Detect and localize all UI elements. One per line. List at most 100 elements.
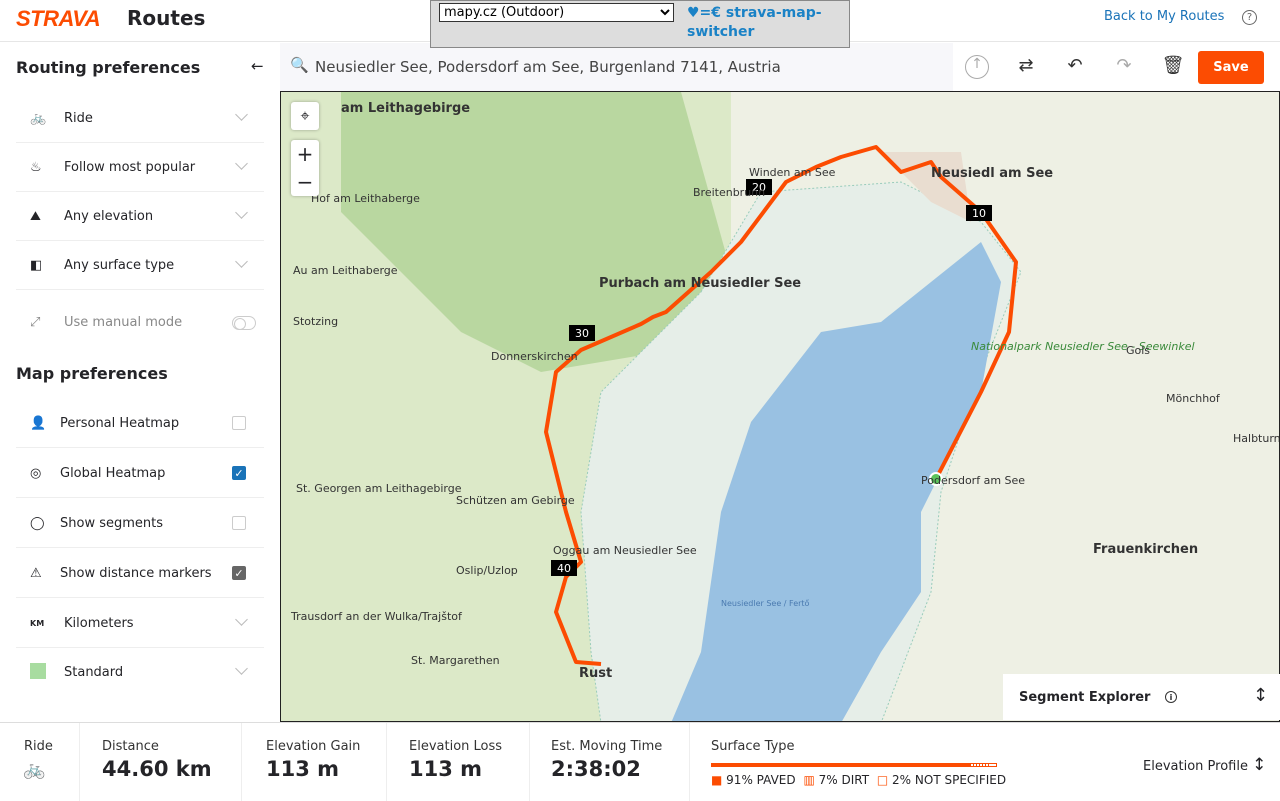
segment-explorer[interactable]: Segment Explorer i ↕ — [1003, 674, 1280, 720]
map-switcher-panel: mapy.cz (Outdoor) ♥=€ strava-map-switche… — [430, 0, 850, 48]
label: Ride — [64, 110, 93, 126]
search-icon: 🔍 — [290, 56, 309, 74]
page-title: Routes — [127, 6, 206, 30]
segment-explorer-label: Segment Explorer — [1019, 690, 1151, 705]
svg-text:St. Margarethen: St. Margarethen — [411, 654, 500, 667]
zoom-in-button[interactable]: + — [291, 140, 319, 168]
manual-mode-icon: ⤢ — [30, 315, 41, 330]
routing-surface[interactable]: ◧ Any surface type — [16, 241, 264, 290]
svg-text:Neusiedler See / Fertő: Neusiedler See / Fertő — [721, 599, 810, 608]
svg-text:Oslip/Uzlop: Oslip/Uzlop — [456, 564, 518, 577]
locate-button[interactable]: ⌖ — [291, 102, 319, 130]
label: Distance — [102, 739, 159, 754]
map-preferences-title: Map preferences — [16, 364, 168, 383]
person-icon: 👤 — [30, 415, 47, 431]
paved-swatch-icon: ■ — [711, 773, 723, 787]
label: Elevation Profile — [1143, 759, 1248, 774]
value: 44.60 km — [102, 757, 212, 781]
svg-text:Oggau am Neusiedler See: Oggau am Neusiedler See — [553, 544, 697, 557]
map-type-select[interactable]: mapy.cz (Outdoor) — [439, 3, 674, 22]
marker-icon: ⚠ — [30, 565, 42, 581]
surface-legend: ■ 91% PAVED ▥ 7% DIRT □ 2% NOT SPECIFIED — [711, 773, 1006, 787]
globe-icon: ◎ — [30, 465, 42, 481]
reverse-route-icon[interactable]: ⇄ — [1014, 55, 1038, 79]
label: Show distance markers — [60, 565, 212, 581]
chevron-down-icon — [235, 206, 248, 219]
svg-text:Rust: Rust — [579, 666, 612, 681]
label: Show segments — [60, 515, 164, 531]
segments-checkbox[interactable] — [232, 516, 246, 530]
zoom-controls: + − — [291, 140, 319, 196]
distance-markers-checkbox[interactable]: ✓ — [232, 566, 246, 580]
redo-icon[interactable]: ↷ — [1112, 55, 1136, 79]
stat-surface: Surface Type ■ 91% PAVED ▥ 7% DIRT □ 2% … — [690, 723, 1020, 801]
map-switcher-link[interactable]: ♥=€ strava-map-switcher — [687, 4, 837, 42]
global-heatmap-checkbox[interactable]: ✓ — [232, 466, 246, 480]
svg-text:Breitenbrunn: Breitenbrunn — [693, 186, 765, 199]
stat-elevation-loss: Elevation Loss 113 m — [387, 723, 530, 801]
upload-icon[interactable]: ↑ — [965, 55, 989, 79]
personal-heatmap-checkbox[interactable] — [232, 416, 246, 430]
personal-heatmap-row[interactable]: 👤 Personal Heatmap — [16, 399, 264, 448]
search-input[interactable]: Neusiedler See, Podersdorf am See, Burge… — [315, 58, 781, 76]
value: 113 m — [409, 757, 483, 781]
label: Follow most popular — [64, 159, 196, 175]
unspecified-label: 2% NOT SPECIFIED — [892, 773, 1007, 787]
bike-icon: 🚲 — [23, 759, 46, 780]
surface-dirt-fill — [970, 764, 991, 766]
surface-bar — [711, 763, 997, 767]
svg-text:Winden am See: Winden am See — [749, 166, 836, 179]
svg-text:Donnerskirchen: Donnerskirchen — [491, 350, 578, 363]
units-row[interactable]: KM Kilometers — [16, 599, 264, 648]
svg-text:Nationalpark Neusiedler See -: Nationalpark Neusiedler See - Seewinkel — [971, 340, 1195, 353]
routing-elevation[interactable]: ⛰ Any elevation — [16, 192, 264, 241]
elevation-profile-toggle[interactable]: Elevation Profile ↕ — [1143, 755, 1266, 775]
map[interactable]: 10 20 30 40 am Leithagebirge Hof am Leit… — [280, 91, 1280, 722]
zoom-out-button[interactable]: − — [291, 168, 319, 196]
info-icon[interactable]: i — [1165, 691, 1177, 703]
routing-sport[interactable]: 🚲 Ride — [16, 94, 264, 143]
expand-icon[interactable]: ↕ — [1253, 685, 1268, 706]
map-style-row[interactable]: Standard — [16, 648, 264, 697]
global-heatmap-row[interactable]: ◎ Global Heatmap ✓ — [16, 449, 264, 498]
map-style-icon — [16, 662, 64, 683]
chevron-down-icon — [235, 108, 248, 121]
strava-logo[interactable]: STRAVA — [16, 6, 101, 32]
chevron-down-icon — [235, 662, 248, 675]
svg-text:Purbach am Neusiedler See: Purbach am Neusiedler See — [599, 276, 801, 291]
routing-popularity[interactable]: ♨ Follow most popular — [16, 143, 264, 192]
unspecified-swatch-icon: □ — [876, 773, 889, 787]
undo-icon[interactable]: ↶ — [1063, 55, 1087, 79]
svg-text:Podersdorf am See: Podersdorf am See — [921, 474, 1025, 487]
svg-text:Frauenkirchen: Frauenkirchen — [1093, 542, 1198, 557]
segments-row[interactable]: ◯ Show segments — [16, 499, 264, 548]
toolbar: ↑ ⇄ ↶ ↷ 🗑 Save — [953, 43, 1280, 91]
sport-label: Ride — [24, 739, 53, 754]
svg-text:Halbturn: Halbturn — [1233, 432, 1280, 445]
distance-markers-row[interactable]: ⚠ Show distance markers ✓ — [16, 549, 264, 598]
back-to-routes-link[interactable]: Back to My Routes — [1104, 9, 1224, 24]
manual-mode-toggle[interactable] — [232, 316, 256, 330]
sidebar: Routing preferences ← 🚲 Ride ♨ Follow most… — [0, 43, 280, 720]
svg-text:Hof am Leithaberge: Hof am Leithaberge — [311, 192, 420, 205]
help-icon[interactable]: ? — [1242, 10, 1257, 25]
dirt-label: 7% DIRT — [818, 773, 870, 787]
search-bar[interactable]: 🔍 Neusiedler See, Podersdorf am See, Bur… — [280, 43, 953, 91]
delete-icon[interactable]: 🗑 — [1161, 55, 1185, 79]
chevron-down-icon — [235, 157, 248, 170]
km-icon: KM — [30, 618, 45, 628]
save-button[interactable]: Save — [1198, 51, 1264, 84]
map-canvas[interactable]: 10 20 30 40 am Leithagebirge Hof am Leit… — [281, 92, 1280, 722]
label: Any surface type — [64, 257, 175, 273]
svg-text:Trausdorf an der Wulka/Trajšto: Trausdorf an der Wulka/Trajštof — [290, 610, 463, 623]
label: Use manual mode — [64, 315, 183, 330]
surface-paved-fill — [712, 764, 971, 766]
svg-text:am Leithagebirge: am Leithagebirge — [341, 101, 470, 116]
stat-moving-time: Est. Moving Time 2:38:02 — [530, 723, 690, 801]
collapse-arrow-icon[interactable]: ← — [251, 57, 264, 75]
popular-icon: ♨ — [30, 159, 42, 175]
stat-sport: Ride 🚲 — [0, 723, 80, 801]
svg-text:30: 30 — [575, 327, 589, 340]
bike-icon: 🚲 — [30, 110, 47, 126]
label: Kilometers — [64, 615, 134, 631]
